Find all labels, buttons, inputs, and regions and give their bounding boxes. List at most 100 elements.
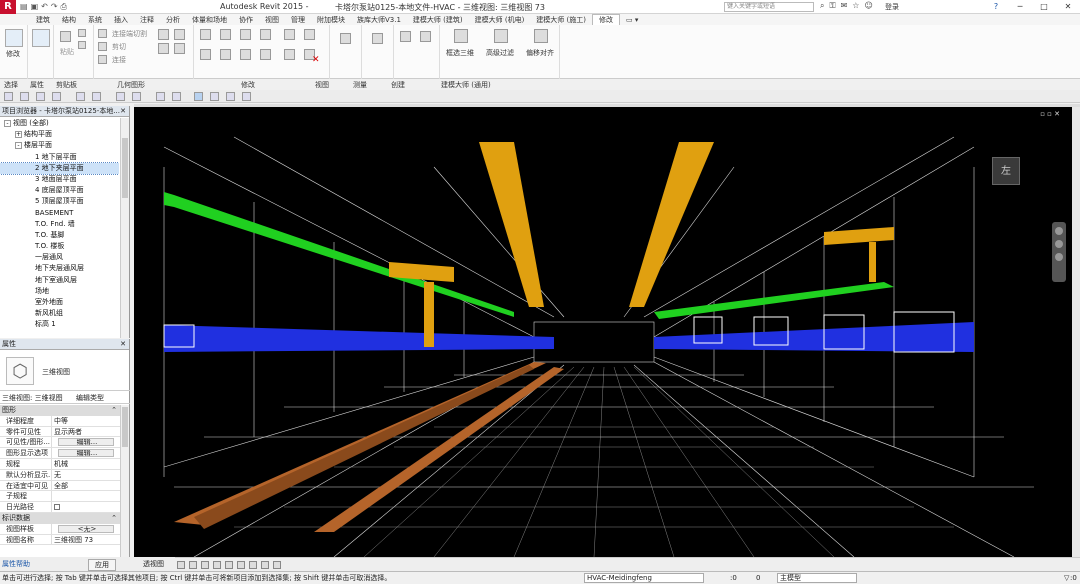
browser-tree-item[interactable]: 2 地下夹层平面	[0, 161, 119, 175]
temp-hide-icon[interactable]	[261, 561, 269, 569]
paste-icon[interactable]	[60, 31, 71, 42]
properties-scroll-thumb[interactable]	[122, 407, 128, 447]
browser-tree-item[interactable]: 1 地下层平面	[0, 152, 119, 163]
visual-style-icon[interactable]	[177, 561, 185, 569]
browser-tree-item[interactable]: T.O. 基脚	[0, 230, 119, 241]
sun-path-icon[interactable]	[189, 561, 197, 569]
split-icon[interactable]	[284, 29, 295, 40]
dimension-icon[interactable]	[242, 92, 251, 101]
measure-icon[interactable]	[372, 33, 383, 44]
ribbon-tab-12[interactable]: 建模大师 (建筑)	[407, 15, 469, 25]
viewport-window-controls[interactable]: ▫ ▫ ✕	[1040, 110, 1060, 118]
property-edit-button[interactable]: 编辑...	[58, 449, 114, 457]
property-value[interactable]: 全部	[52, 481, 120, 491]
help-icon[interactable]: ?	[984, 0, 1008, 14]
select-links-icon[interactable]	[20, 92, 29, 101]
properties-scrollbar[interactable]	[120, 405, 129, 557]
unlock-view-icon[interactable]	[249, 561, 257, 569]
browser-tree-item[interactable]: + 结构平面	[0, 129, 119, 140]
filter-icon[interactable]: ▽	[1064, 572, 1069, 584]
ribbon-tab-10[interactable]: 附加模块	[311, 15, 351, 25]
view-mode-label[interactable]: 透视图	[143, 558, 164, 571]
close-icon[interactable]: ✕	[120, 339, 126, 350]
ribbon-tab-7[interactable]: 协作	[233, 15, 259, 25]
box-3d-icon[interactable]	[454, 29, 468, 43]
paste-label[interactable]: 粘贴	[60, 47, 74, 57]
geometry-tool-icon[interactable]	[158, 29, 169, 40]
property-edit-button[interactable]: 编辑...	[58, 438, 114, 447]
select-pinned-icon[interactable]	[52, 92, 61, 101]
browser-tree-item[interactable]: 一层通风	[0, 252, 119, 263]
browser-scrollbar[interactable]	[120, 118, 129, 338]
cut-geometry-label[interactable]: 剪切	[112, 42, 126, 52]
copy-icon[interactable]	[78, 41, 86, 49]
ribbon-tab-3[interactable]: 插入	[108, 15, 134, 25]
cope-label[interactable]: 连接端切割	[112, 29, 147, 39]
ribbon-tab-9[interactable]: 管理	[285, 15, 311, 25]
cut-geometry-icon[interactable]	[98, 42, 107, 51]
ribbon-tab-6[interactable]: 体量和场地	[186, 15, 233, 25]
3d-viewport[interactable]: ▫ ▫ ✕ 左	[134, 107, 1072, 557]
browser-tree-item[interactable]: 室外地面	[0, 297, 119, 308]
close-icon[interactable]: ✕	[120, 106, 126, 117]
create-assembly-icon[interactable]	[400, 31, 411, 42]
save-icon[interactable]: ▣	[31, 2, 39, 12]
delete-icon[interactable]: ✕	[312, 55, 320, 65]
rotate-icon[interactable]	[240, 49, 251, 60]
switch-windows-icon[interactable]	[210, 92, 219, 101]
trim-icon[interactable]	[304, 29, 315, 40]
navigation-bar[interactable]	[1052, 222, 1066, 282]
collapse-icon[interactable]: -	[4, 119, 11, 127]
browser-tree-item[interactable]: - 视图 (全部)	[0, 118, 119, 129]
property-group-header[interactable]: 标识数据 ⌃	[0, 512, 120, 524]
browser-tree-item[interactable]: 5 顶层屋顶平面	[0, 196, 119, 207]
view-tool-icon[interactable]	[340, 33, 351, 44]
create-group-icon[interactable]	[420, 31, 431, 42]
orbit-icon[interactable]	[1055, 253, 1063, 261]
collapse-chevron-icon[interactable]: ⌃	[111, 405, 117, 416]
demolish-icon[interactable]	[174, 43, 185, 54]
instance-selector-dropdown[interactable]: 三维视图: 三维视图	[2, 392, 72, 404]
crop-view-icon[interactable]	[225, 561, 233, 569]
property-value[interactable]: 中等	[52, 416, 120, 426]
modify-tool-icon[interactable]	[4, 92, 13, 101]
print-icon[interactable]: ⎙	[61, 2, 67, 12]
drag-elements-icon[interactable]	[92, 92, 101, 101]
cut-icon[interactable]	[78, 29, 86, 37]
browser-tree-item[interactable]: T.O. Fnd. 墙	[0, 219, 119, 230]
favorites-icon[interactable]: ☆	[852, 1, 859, 11]
section-icon[interactable]	[172, 92, 181, 101]
mirror-draw-icon[interactable]	[260, 29, 271, 40]
modify-cursor-icon[interactable]	[5, 29, 23, 47]
ribbon-tab-13[interactable]: 建模大师 (机电)	[469, 15, 531, 25]
open-icon[interactable]: ▤	[20, 2, 28, 12]
offset-icon[interactable]	[220, 29, 231, 40]
scale-icon[interactable]	[284, 49, 295, 60]
sun-path-checkbox[interactable]	[54, 504, 60, 511]
text-icon[interactable]	[226, 92, 235, 101]
property-group-header[interactable]: 图形 ⌃	[0, 405, 120, 416]
properties-help-link[interactable]: 属性帮助	[2, 557, 30, 571]
steering-wheel-icon[interactable]	[1055, 227, 1063, 235]
ribbon-tab-5[interactable]: 分析	[160, 15, 186, 25]
split-face-icon[interactable]	[174, 29, 185, 40]
show-crop-icon[interactable]	[237, 561, 245, 569]
copy-element-icon[interactable]	[220, 49, 231, 60]
ribbon-tab-8[interactable]: 视图	[259, 15, 285, 25]
browser-tree-item[interactable]: - 楼层平面	[0, 140, 119, 151]
modify-button-label[interactable]: 修改	[6, 49, 20, 59]
ribbon-tab-11[interactable]: 族库大师V3.1	[351, 15, 407, 25]
ribbon-tab-14[interactable]: 建模大师 (施工)	[530, 15, 592, 25]
collapse-icon[interactable]: -	[15, 141, 22, 149]
ribbon-tab-15[interactable]: 修改	[591, 14, 620, 25]
render-icon[interactable]	[213, 561, 221, 569]
collapse-chevron-icon[interactable]: ⌃	[111, 513, 117, 524]
mirror-axis-icon[interactable]	[240, 29, 251, 40]
property-value[interactable]	[52, 491, 120, 501]
browser-tree-item[interactable]: 3 地面层平面	[0, 174, 119, 185]
login-link[interactable]: 登录	[885, 2, 899, 12]
ribbon-tab-overflow-icon[interactable]: ▭ ▾	[620, 16, 644, 24]
viewcube[interactable]: 左	[992, 157, 1020, 185]
browser-tree-item[interactable]: 4 底层屋顶平面	[0, 185, 119, 196]
apply-button[interactable]: 应用	[88, 559, 116, 571]
